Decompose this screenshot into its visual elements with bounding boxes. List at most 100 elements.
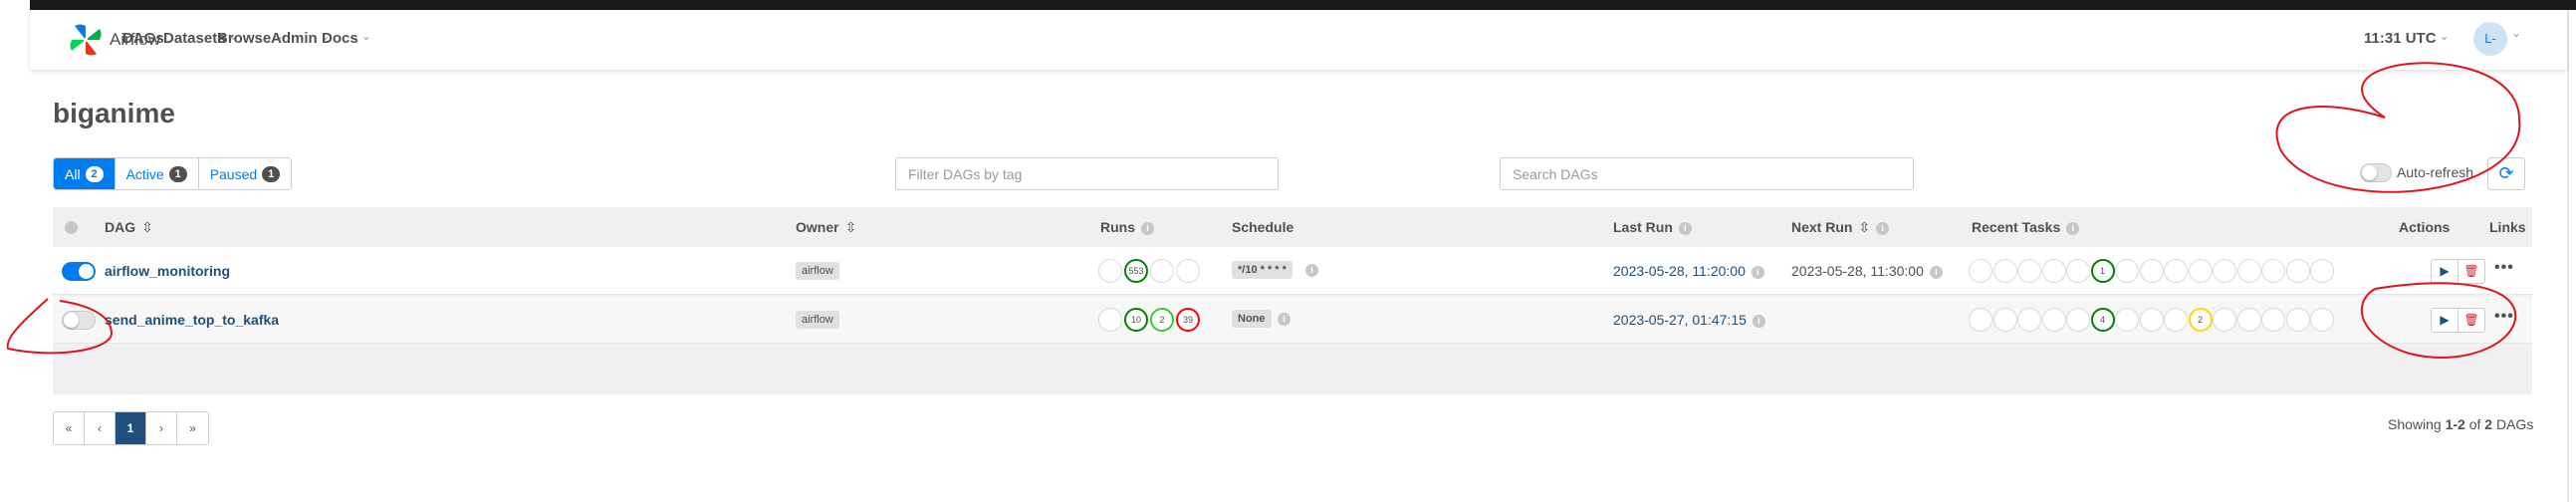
recent-task-state[interactable]: 4: [2090, 308, 2115, 332]
recent-task-state[interactable]: [2310, 259, 2334, 283]
owner-badge[interactable]: airflow: [796, 311, 839, 329]
recent-task-state[interactable]: [2164, 308, 2188, 332]
trigger-dag-button[interactable]: ▶: [2431, 308, 2459, 333]
last-run-value: 2023-05-28, 11:20:00: [1613, 263, 1746, 279]
recent-task-state[interactable]: [2261, 259, 2285, 283]
showing-of: of: [2468, 416, 2481, 432]
first-page-button[interactable]: «: [54, 412, 85, 444]
recent-task-state[interactable]: [2213, 259, 2236, 283]
col-owner[interactable]: Owner ⇳: [796, 219, 856, 236]
col-last-run: Last Run i: [1613, 219, 1692, 235]
nav-browse-label: Browse: [217, 30, 272, 47]
recent-task-state[interactable]: [2261, 308, 2285, 332]
dag-link[interactable]: airflow_monitoring: [105, 263, 230, 279]
page-button-current[interactable]: 1: [116, 412, 146, 444]
recent-task-state[interactable]: [1969, 308, 1992, 332]
recent-task-state[interactable]: [1992, 308, 2017, 332]
auto-refresh-label: Auto-refresh: [2397, 164, 2474, 180]
run-state-running[interactable]: 2: [1150, 308, 1174, 332]
next-run: 2023-05-28, 11:30:00 i: [1791, 263, 1943, 279]
table-header: DAG ⇳ Owner ⇳ Runs i Schedule Last Run i Nex…: [53, 207, 2532, 247]
run-state-failed[interactable]: 39: [1176, 308, 1200, 332]
last-run-link[interactable]: 2023-05-27, 01:47:15 i: [1613, 312, 1765, 328]
last-run-value: 2023-05-27, 01:47:15: [1613, 312, 1747, 328]
tab-active[interactable]: Active 1: [115, 158, 199, 189]
run-state-success[interactable]: 553: [1124, 259, 1148, 283]
recent-task-state[interactable]: [2213, 308, 2236, 332]
nav-docs[interactable]: Docs: [322, 30, 371, 47]
dag-pause-toggle[interactable]: [62, 311, 96, 330]
info-icon[interactable]: i: [1305, 264, 1318, 277]
last-run-link[interactable]: 2023-05-28, 11:20:00 i: [1613, 263, 1764, 279]
owner-badge[interactable]: airflow: [796, 262, 839, 280]
recent-task-state[interactable]: [2236, 308, 2261, 332]
tab-active-label: Active: [125, 165, 164, 182]
recent-task-state[interactable]: [1992, 259, 2017, 283]
schedule-badge: */10 * * * *: [1232, 261, 1292, 279]
recent-task-state[interactable]: [2164, 259, 2188, 283]
recent-task-state[interactable]: [2310, 308, 2334, 332]
info-icon[interactable]: i: [1751, 266, 1764, 279]
recent-task-state[interactable]: [2041, 308, 2066, 332]
recent-task-state[interactable]: [2115, 259, 2139, 283]
recent-task-state[interactable]: [1969, 259, 1992, 283]
run-state-success[interactable]: 10: [1124, 308, 1148, 332]
recent-task-state[interactable]: 1: [2090, 259, 2115, 283]
recent-task-state[interactable]: [2188, 259, 2213, 283]
recent-task-state[interactable]: [2285, 308, 2310, 332]
col-next-run[interactable]: Next Run ⇳ i: [1791, 219, 1890, 236]
recent-task-state[interactable]: [2139, 259, 2164, 283]
dag-pause-toggle[interactable]: [62, 262, 96, 281]
run-state-failed[interactable]: [1176, 259, 1200, 283]
tag-filter-input[interactable]: [895, 157, 1279, 190]
run-state-running[interactable]: [1150, 259, 1174, 283]
delete-dag-button[interactable]: 🗑: [2458, 308, 2485, 333]
showing-range: 1-2: [2445, 416, 2465, 432]
prev-page-button[interactable]: ‹: [85, 412, 116, 444]
links-menu[interactable]: •••: [2494, 259, 2514, 277]
recent-task-state[interactable]: [2115, 308, 2139, 332]
dags-table: DAG ⇳ Owner ⇳ Runs i Schedule Last Run i Nex…: [53, 207, 2532, 394]
recent-task-state[interactable]: [2139, 308, 2164, 332]
tab-paused[interactable]: Paused 1: [198, 158, 292, 189]
browser-top-bar: [0, 0, 2576, 10]
timezone-menu[interactable]: 11:31 UTC: [2364, 30, 2450, 47]
info-icon[interactable]: i: [1752, 315, 1765, 328]
recent-task-state[interactable]: [2066, 308, 2090, 332]
recent-task-state[interactable]: [2066, 259, 2090, 283]
delete-dag-button[interactable]: 🗑: [2458, 259, 2485, 284]
links-menu[interactable]: •••: [2494, 308, 2514, 326]
col-dag[interactable]: DAG ⇳: [105, 219, 153, 236]
recent-task-state[interactable]: [2017, 308, 2041, 332]
recent-task-state[interactable]: [2236, 259, 2261, 283]
user-avatar[interactable]: L-: [2473, 22, 2507, 56]
info-icon[interactable]: i: [1141, 222, 1154, 235]
refresh-button[interactable]: ⟳: [2487, 157, 2525, 190]
chevron-down-icon[interactable]: ⌄: [2511, 26, 2521, 40]
info-icon[interactable]: i: [1678, 222, 1692, 235]
run-state-queued[interactable]: [1098, 259, 1122, 283]
info-icon[interactable]: i: [2066, 222, 2080, 235]
recent-task-state[interactable]: [2285, 259, 2310, 283]
info-icon[interactable]: i: [1876, 222, 1890, 235]
col-owner-label: Owner: [796, 219, 839, 235]
trigger-dag-button[interactable]: ▶: [2431, 259, 2459, 284]
showing-suffix: DAGs: [2495, 416, 2534, 432]
dag-link[interactable]: send_anime_top_to_kafka: [105, 312, 279, 328]
recent-task-state[interactable]: 2: [2188, 308, 2213, 332]
auto-refresh-toggle[interactable]: [2360, 163, 2392, 182]
nav-dags[interactable]: DAGs: [122, 30, 164, 47]
info-icon[interactable]: i: [1278, 313, 1290, 326]
recent-task-state[interactable]: [2041, 259, 2066, 283]
col-last-run-label: Last Run: [1613, 219, 1673, 235]
recent-task-state[interactable]: [2017, 259, 2041, 283]
search-input[interactable]: [1500, 157, 1914, 190]
last-page-button[interactable]: »: [177, 412, 208, 444]
run-state-queued[interactable]: [1098, 308, 1122, 332]
tab-paused-label: Paused: [209, 165, 258, 182]
next-page-button[interactable]: ›: [146, 412, 177, 444]
info-icon[interactable]: i: [1929, 266, 1943, 279]
tab-all[interactable]: All 2: [54, 158, 116, 189]
nav-admin-label: Admin: [271, 30, 318, 47]
pagination: « ‹ 1 › »: [53, 411, 209, 445]
